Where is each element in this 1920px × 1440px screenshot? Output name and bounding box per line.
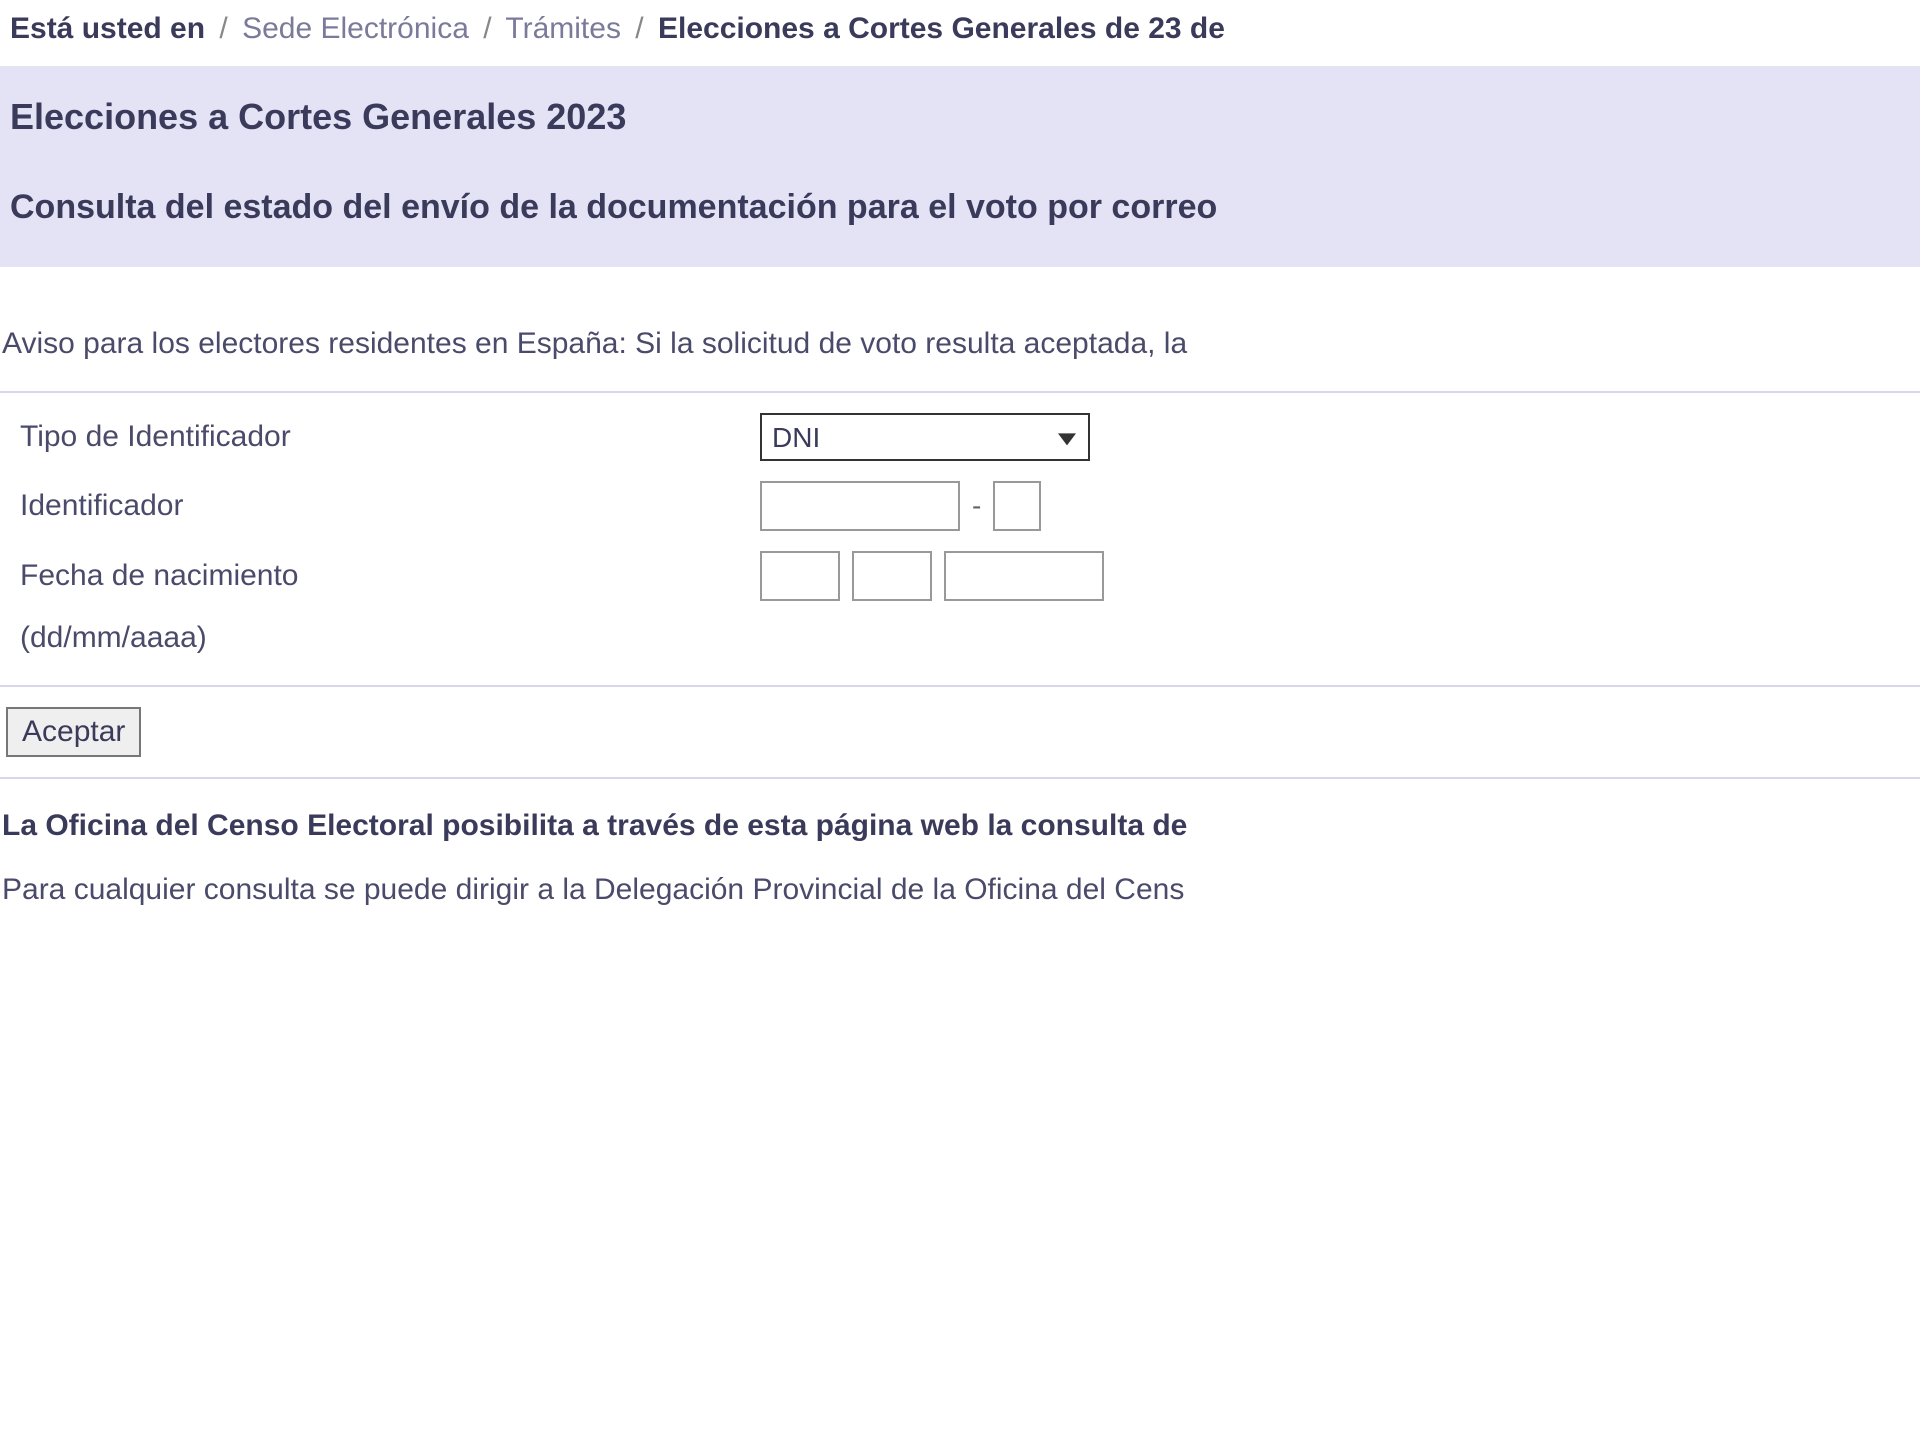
dob-hint: (dd/mm/aaaa) [0, 611, 1920, 665]
breadcrumb-sep: / [219, 12, 227, 45]
input-identifier-letter[interactable] [993, 481, 1041, 531]
submit-row: Aceptar [0, 687, 1920, 779]
header-band: Elecciones a Cortes Generales 2023 Consu… [0, 66, 1920, 267]
row-id-type: Tipo de Identificador DNI [0, 403, 1920, 471]
info-strong: La Oficina del Censo Electoral posibilit… [0, 779, 1920, 863]
identifier-dash: - [972, 490, 981, 522]
page-title: Elecciones a Cortes Generales 2023 [10, 96, 1910, 138]
breadcrumb-current: Elecciones a Cortes Generales de 23 de [658, 12, 1225, 45]
label-identifier: Identificador [0, 489, 760, 523]
row-dob: Fecha de nacimiento [0, 541, 1920, 611]
select-id-type[interactable]: DNI [760, 413, 1090, 461]
row-identifier: Identificador - [0, 471, 1920, 541]
info-paragraph: Para cualquier consulta se puede dirigir… [0, 863, 1920, 927]
label-dob: Fecha de nacimiento [0, 559, 760, 593]
breadcrumb-sep: / [483, 12, 491, 45]
notice-text: Aviso para los electores residentes en E… [0, 267, 1920, 393]
breadcrumb-item-sede[interactable]: Sede Electrónica [242, 12, 469, 45]
input-identifier-number[interactable] [760, 481, 960, 531]
input-dob-day[interactable] [760, 551, 840, 601]
breadcrumb: Está usted en / Sede Electrónica / Trámi… [0, 0, 1920, 66]
input-dob-year[interactable] [944, 551, 1104, 601]
page-subtitle: Consulta del estado del envío de la docu… [10, 188, 1910, 227]
breadcrumb-sep: / [635, 12, 643, 45]
breadcrumb-item-tramites[interactable]: Trámites [505, 12, 621, 45]
label-id-type: Tipo de Identificador [0, 420, 760, 454]
accept-button[interactable]: Aceptar [6, 707, 141, 757]
select-wrap-id-type: DNI [760, 413, 1090, 461]
form-block: Tipo de Identificador DNI Identificador … [0, 393, 1920, 687]
input-dob-month[interactable] [852, 551, 932, 601]
breadcrumb-prefix: Está usted en [10, 12, 205, 45]
